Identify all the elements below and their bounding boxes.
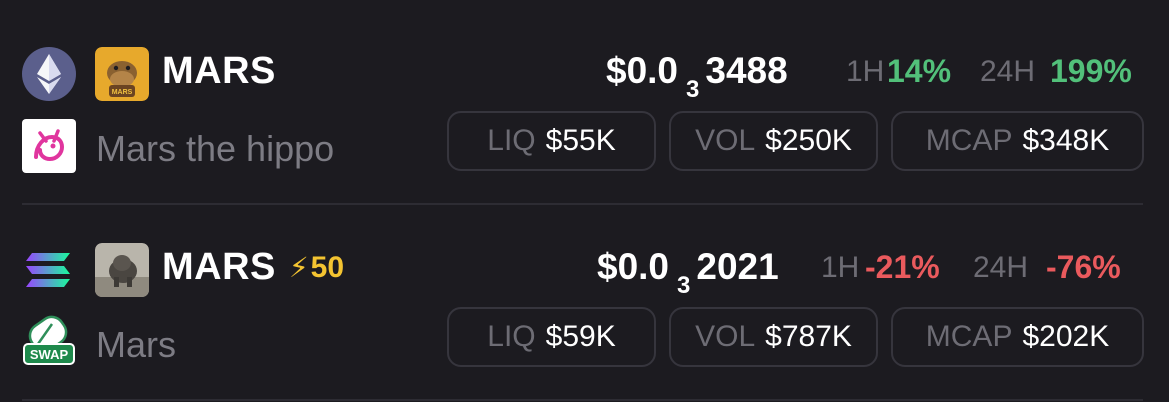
liquidity-label: LIQ — [487, 124, 536, 157]
change-24h-label: 24H — [980, 55, 1036, 88]
change-24h-value: -76% — [1046, 249, 1121, 285]
token-symbol: MARS — [162, 246, 276, 288]
svg-text:SWAP: SWAP — [30, 347, 69, 362]
swap-pill-icon: SWAP — [23, 315, 75, 365]
hippo-cartoon-icon: MARS — [95, 47, 149, 101]
liquidity-value: $59K — [545, 320, 616, 353]
volume-pill: VOL $250K — [669, 111, 878, 171]
svg-text:MARS: MARS — [112, 89, 133, 96]
change-1h-label: 1H — [821, 251, 860, 284]
market-cap-value: $348K — [1022, 124, 1110, 157]
uniswap-icon — [22, 119, 76, 173]
token-price: $0.0 3 3488 — [606, 50, 788, 103]
volume-pill: VOL $787K — [669, 307, 878, 367]
liquidity-value: $55K — [545, 124, 616, 157]
row-divider — [22, 399, 1143, 401]
boost-badge[interactable]: ⚡50 — [289, 251, 344, 285]
ethereum-icon — [22, 47, 76, 101]
volume-label: VOL — [695, 124, 756, 157]
lightning-icon: ⚡ — [289, 252, 309, 283]
liquidity-label: LIQ — [487, 320, 536, 353]
volume-label: VOL — [695, 320, 756, 353]
liquidity-pill: LIQ $55K — [447, 111, 656, 171]
token-price: $0.0 3 2021 — [597, 246, 779, 299]
volume-value: $787K — [765, 320, 852, 353]
token-name: Mars the hippo — [96, 128, 335, 169]
token-symbol: MARS — [162, 50, 276, 92]
change-1h-value: 14% — [887, 53, 952, 89]
market-cap-value: $202K — [1022, 320, 1110, 353]
token-name: Mars — [96, 324, 176, 365]
boost-count: 50 — [310, 251, 345, 284]
hippo-photo-icon — [95, 243, 149, 297]
market-cap-label: MCAP — [925, 320, 1013, 353]
volume-value: $250K — [765, 124, 852, 157]
token-row[interactable]: MARS ⚡50 $0.0 3 2021 1H -21% 24H -76% SWAP… — [0, 196, 1169, 392]
change-1h-label: 1H — [846, 55, 885, 88]
market-cap-pill: MCAP $202K — [891, 307, 1144, 367]
change-24h-label: 24H — [973, 251, 1029, 284]
token-row[interactable]: MARS MARS $0.0 3 3488 1H 14% 24H 199% Mars… — [0, 0, 1169, 196]
market-cap-label: MCAP — [925, 124, 1013, 157]
liquidity-pill: LIQ $59K — [447, 307, 656, 367]
price-zero-count: 3 — [686, 76, 700, 103]
price-zero-count: 3 — [677, 272, 691, 299]
market-cap-pill: MCAP $348K — [891, 111, 1144, 171]
solana-icon — [26, 253, 70, 287]
change-24h-value: 199% — [1050, 53, 1132, 89]
change-1h-value: -21% — [865, 249, 940, 285]
